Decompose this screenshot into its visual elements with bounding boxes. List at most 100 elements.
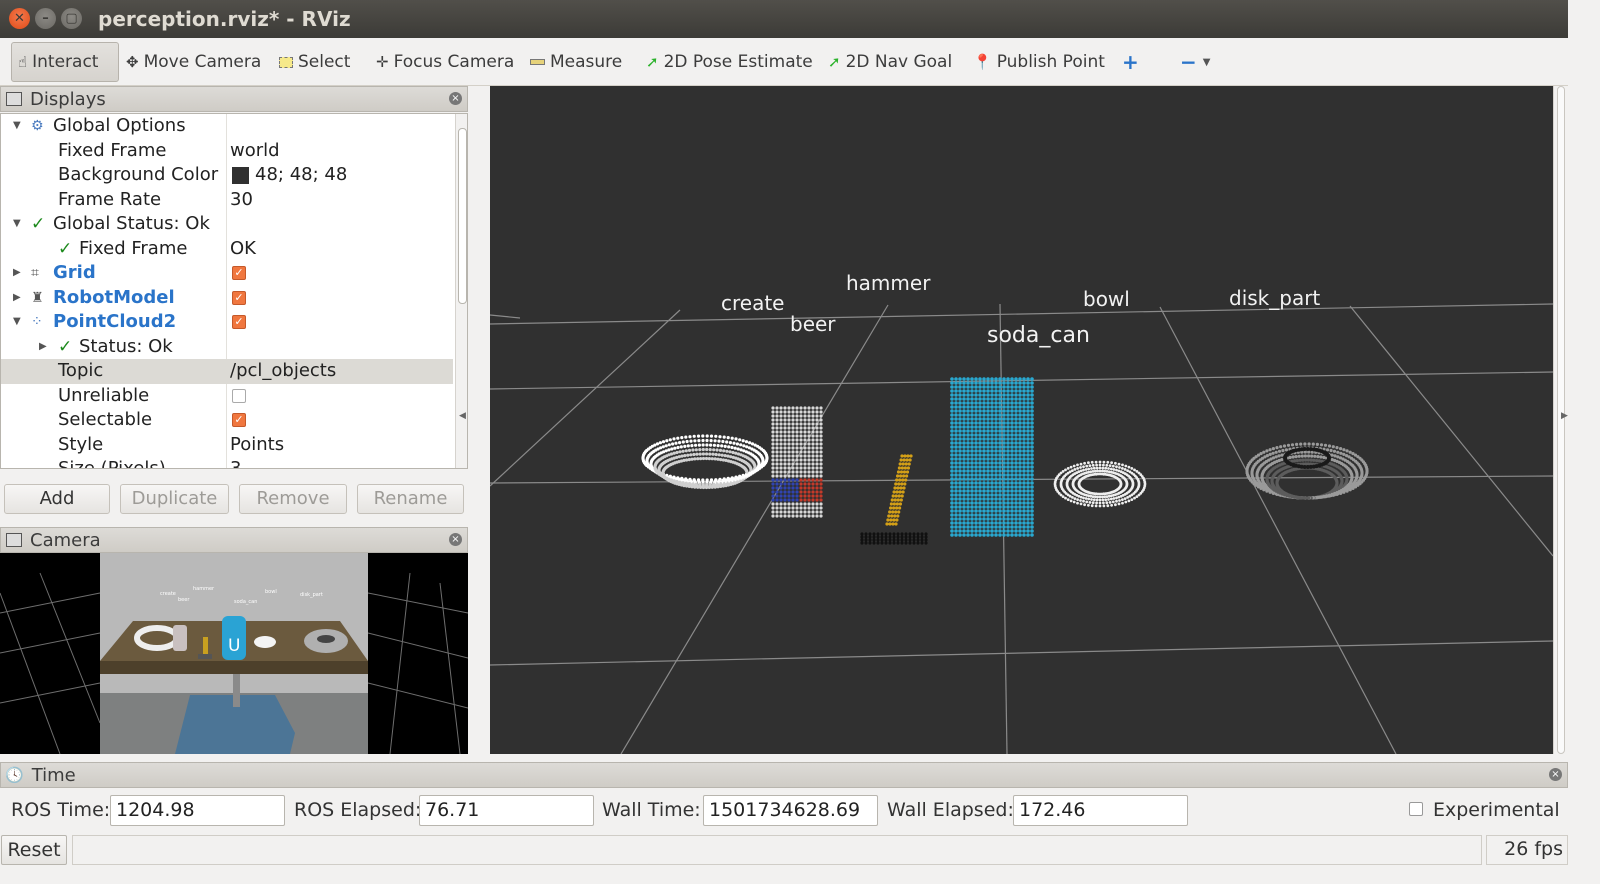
row-label: Global Options — [53, 115, 186, 136]
row-value[interactable]: 3 — [230, 457, 241, 468]
tree-row-frame-rate[interactable]: Frame Rate 30 — [1, 188, 453, 213]
ros-time-field[interactable]: 1204.98 — [110, 795, 285, 826]
label-disk-part: disk_part — [1229, 286, 1320, 310]
grid-icon: ⌗ — [31, 265, 39, 281]
row-label: Selectable — [58, 409, 153, 430]
scrollbar-thumb[interactable] — [458, 128, 467, 304]
reset-button[interactable]: Reset — [1, 835, 67, 865]
close-icon[interactable]: × — [1549, 768, 1562, 781]
wall-time-label: Wall Time: — [602, 799, 701, 821]
label-soda-can: soda_can — [987, 323, 1090, 348]
nav-goal-label: 2D Nav Goal — [845, 52, 953, 72]
label-bowl: bowl — [1083, 287, 1130, 311]
window-close-button[interactable]: ✕ — [9, 8, 30, 29]
interact-tool-button[interactable]: ☝ Interact — [11, 42, 119, 82]
tree-row-status[interactable]: ▶ ✓ Status: Ok — [1, 335, 453, 360]
time-title: Time — [31, 764, 76, 786]
camera-label-soda-can: soda_can — [234, 599, 257, 605]
tree-row-global-status[interactable]: ▼ ✓ Global Status: Ok — [1, 212, 453, 237]
tree-row-fixed-frame[interactable]: Fixed Frame world — [1, 139, 453, 164]
panel-splitter[interactable]: ◀ — [459, 86, 490, 754]
pose-estimate-tool-button[interactable]: ➚ 2D Pose Estimate — [640, 42, 819, 82]
plus-icon: + — [1122, 50, 1139, 74]
monitor-icon — [6, 92, 22, 106]
move-camera-label: Move Camera — [143, 52, 262, 72]
remove-display-button[interactable]: Remove — [239, 484, 347, 514]
move-arrows-icon: ✥ — [126, 53, 139, 71]
window-right-edge: ▶ — [1561, 0, 1600, 884]
collapse-right-icon[interactable]: ▶ — [1561, 411, 1568, 421]
select-rectangle-icon — [279, 56, 293, 68]
expand-arrow-icon[interactable]: ▼ — [13, 310, 21, 334]
row-label: RobotModel — [53, 286, 175, 308]
tree-row-topic[interactable]: Topic /pcl_objects — [1, 359, 453, 384]
row-value[interactable]: /pcl_objects — [230, 359, 336, 383]
wall-elapsed-field[interactable]: 172.46 — [1013, 795, 1188, 826]
hand-pointer-icon: ☝ — [18, 53, 28, 71]
move-camera-tool-button[interactable]: ✥ Move Camera — [120, 42, 267, 82]
label-hammer: hammer — [846, 271, 931, 295]
title-bar: ✕ – ▢ perception.rviz* - RViz — [0, 0, 1600, 38]
tree-row-size[interactable]: Size (Pixels) 3 — [1, 457, 453, 468]
displays-panel-header: Displays × — [0, 86, 468, 112]
publish-point-tool-button[interactable]: 📍 Publish Point — [967, 42, 1111, 82]
window-title: perception.rviz* - RViz — [98, 7, 351, 31]
rename-display-button[interactable]: Rename — [357, 484, 464, 514]
label-create: create — [721, 291, 785, 315]
close-icon[interactable]: × — [449, 92, 462, 105]
experimental-label: Experimental — [1433, 799, 1560, 821]
pointcloud-enabled-checkbox[interactable]: ✓ — [232, 315, 246, 329]
expand-arrow-icon[interactable]: ▼ — [13, 212, 21, 236]
add-display-button[interactable]: Add — [4, 484, 110, 514]
row-value[interactable]: 48; 48; 48 — [255, 163, 347, 187]
collapse-arrow-icon[interactable]: ▶ — [39, 335, 47, 359]
expand-arrow-icon[interactable]: ▼ — [13, 114, 21, 138]
wall-time-field[interactable]: 1501734628.69 — [703, 795, 878, 826]
3d-render-view[interactable]: create hammer beer soda_can bowl disk_pa… — [490, 86, 1553, 754]
tree-row-fixed-frame-status[interactable]: ✓ Fixed Frame OK — [1, 237, 453, 262]
row-value[interactable]: Points — [230, 433, 284, 457]
window-maximize-button[interactable]: ▢ — [61, 8, 82, 29]
experimental-checkbox[interactable] — [1409, 802, 1423, 816]
displays-tree: ▼ ⚙ Global Options Fixed Frame world Bac… — [0, 113, 468, 469]
focus-camera-tool-button[interactable]: ✛ Focus Camera — [370, 42, 520, 82]
camera-image-view[interactable]: U create hammer beer soda_can bowl disk_… — [0, 553, 468, 754]
row-value[interactable]: 30 — [230, 188, 253, 212]
ros-elapsed-field[interactable]: 76.71 — [419, 795, 594, 826]
collapse-left-icon[interactable]: ◀ — [459, 411, 466, 421]
focus-crosshair-icon: ✛ — [376, 53, 389, 71]
collapse-arrow-icon[interactable]: ▶ — [13, 286, 21, 310]
minus-icon: − — [1180, 50, 1197, 74]
robot-model-enabled-checkbox[interactable]: ✓ — [232, 290, 246, 305]
add-tool-button[interactable]: + — [1116, 42, 1145, 82]
can-logo: U — [228, 636, 240, 656]
tree-row-style[interactable]: Style Points — [1, 433, 453, 458]
unreliable-checkbox[interactable] — [232, 388, 246, 403]
clock-icon: 🕓 — [5, 766, 24, 784]
collapse-arrow-icon[interactable]: ▶ — [13, 261, 21, 285]
tree-row-selectable[interactable]: Selectable ✓ — [1, 408, 453, 433]
window-minimize-button[interactable]: – — [35, 8, 56, 29]
publish-point-label: Publish Point — [996, 52, 1105, 72]
selectable-checkbox[interactable]: ✓ — [232, 413, 246, 427]
wall-elapsed-label: Wall Elapsed: — [887, 799, 1014, 821]
row-label: Topic — [58, 360, 104, 381]
tree-row-robot-model[interactable]: ▶ ♜ RobotModel ✓ — [1, 286, 453, 311]
select-tool-button[interactable]: Select — [273, 42, 356, 82]
tree-row-grid[interactable]: ▶ ⌗ Grid ✓ — [1, 261, 453, 286]
tree-row-background-color[interactable]: Background Color 48; 48; 48 — [1, 163, 453, 188]
label-beer: beer — [790, 312, 836, 336]
color-swatch[interactable] — [232, 167, 249, 184]
duplicate-display-button[interactable]: Duplicate — [120, 484, 229, 514]
tree-row-unreliable[interactable]: Unreliable — [1, 384, 453, 409]
measure-tool-button[interactable]: Measure — [524, 42, 628, 82]
tree-row-pointcloud2[interactable]: ▼ ⁘ PointCloud2 ✓ — [1, 310, 453, 335]
remove-tool-button[interactable]: − ▼ — [1174, 42, 1216, 82]
tree-row-global-options[interactable]: ▼ ⚙ Global Options — [1, 114, 453, 139]
close-icon[interactable]: × — [449, 533, 462, 546]
row-value[interactable]: world — [230, 139, 280, 163]
ros-time-label: ROS Time: — [11, 799, 111, 821]
grid-enabled-checkbox[interactable]: ✓ — [232, 266, 246, 280]
nav-goal-tool-button[interactable]: ➚ 2D Nav Goal — [822, 42, 958, 82]
pointcloud-icon: ⁘ — [31, 314, 43, 330]
